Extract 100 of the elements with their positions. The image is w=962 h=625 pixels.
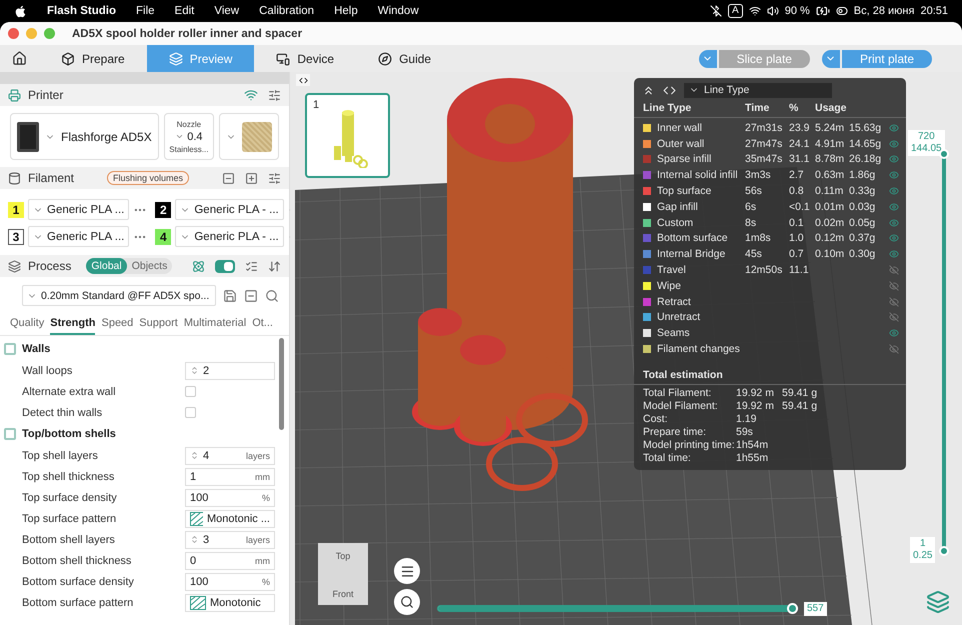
nav-tab[interactable]: Device [254, 45, 356, 72]
code-icon[interactable] [663, 84, 676, 96]
flushing-volumes-button[interactable]: Flushing volumes [106, 171, 190, 185]
view-type-dropdown[interactable]: Line Type [684, 82, 832, 98]
legend-cell-text: 12m50s [745, 264, 784, 276]
setting-label: Top shell thickness [22, 470, 116, 482]
settings-tab[interactable]: Multimaterial [184, 314, 246, 335]
menu-item[interactable]: Calibration [259, 5, 314, 17]
eye-off-icon[interactable] [887, 312, 901, 322]
collapse-button[interactable] [296, 74, 310, 86]
input-field[interactable]: 100 % [185, 488, 275, 506]
control-center-icon[interactable] [836, 5, 848, 17]
legend-cell-text: 0.05g [849, 216, 876, 229]
eye-icon[interactable] [887, 170, 901, 180]
filament-dropdown[interactable]: Generic PLA ... [28, 199, 130, 220]
layers-icon [8, 260, 21, 272]
nozzle-selector[interactable]: Nozzle 0.4 Stainless... [164, 113, 214, 160]
minus-icon [244, 288, 258, 302]
compare-icon[interactable] [268, 260, 281, 272]
eye-off-icon[interactable] [887, 265, 901, 276]
settings-icon[interactable] [268, 172, 281, 184]
layer-label: 720 144.05 [908, 130, 945, 156]
line-type-name: Wipe [657, 280, 681, 292]
input-source-indicator[interactable]: A [728, 4, 743, 18]
eye-icon[interactable] [887, 328, 901, 338]
mode-toggle[interactable]: Objects [126, 258, 172, 274]
eye-icon[interactable] [887, 122, 901, 133]
plate-thumbnail[interactable]: 1 [305, 93, 390, 178]
menu-item[interactable]: Edit [174, 5, 194, 17]
menu-item[interactable]: View [214, 5, 240, 17]
eye-icon[interactable] [887, 202, 901, 212]
view-cube[interactable]: Top Front [318, 543, 368, 605]
eye-icon[interactable] [887, 154, 901, 164]
eye-off-icon[interactable] [887, 344, 901, 354]
eye-off-icon[interactable] [887, 280, 901, 291]
settings-icon[interactable] [268, 88, 281, 102]
settings-tab[interactable]: Strength [50, 314, 96, 335]
menu-item[interactable]: File [136, 5, 155, 17]
nav-tab[interactable]: Prepare [39, 45, 147, 72]
menu-item[interactable]: Help [334, 5, 358, 17]
settings-tab[interactable]: Speed [101, 314, 134, 335]
pattern-dropdown[interactable]: Monotonic ... [185, 510, 275, 528]
bluetooth-icon[interactable] [710, 5, 722, 17]
input-field[interactable]: 1 mm [185, 468, 275, 486]
layers-button[interactable] [926, 590, 950, 614]
advanced-switch[interactable] [215, 260, 235, 272]
apple-logo-icon[interactable] [14, 4, 27, 18]
build-plate-image [242, 122, 272, 152]
dropdown-caret-button[interactable] [698, 50, 717, 68]
number-field[interactable]: 2 [185, 362, 275, 380]
checkbox[interactable] [185, 386, 196, 397]
eye-icon[interactable] [887, 186, 901, 196]
dropdown-caret-button[interactable] [822, 50, 840, 68]
settings-tab[interactable]: Quality [10, 314, 44, 335]
filament-dropdown[interactable]: Generic PLA ... [28, 226, 130, 247]
close-window-button[interactable] [8, 28, 19, 39]
save-button[interactable] [223, 288, 237, 302]
settings-tab[interactable]: Ot... [252, 314, 273, 335]
checkbox[interactable] [185, 407, 196, 418]
stepper-icon [190, 366, 199, 375]
eye-icon[interactable] [887, 233, 901, 244]
line-type-name: Internal solid infill [657, 169, 738, 182]
home-icon [12, 51, 27, 66]
section-title: Process [28, 259, 72, 273]
slider-handle[interactable] [939, 546, 949, 556]
filament-dropdown[interactable]: Generic PLA - ... [175, 199, 284, 220]
number-field[interactable]: 4 layers [185, 446, 275, 464]
printer-selector[interactable]: Flashforge AD5X [10, 113, 159, 160]
number-field[interactable]: 3 layers [185, 530, 275, 548]
legend-cell-text: 8s [745, 216, 758, 229]
settings-tab[interactable]: Support [139, 314, 178, 335]
battery-percentage: 90 % [784, 5, 810, 17]
line-type-name: Bottom surface [657, 232, 728, 244]
volume-icon[interactable] [766, 5, 779, 17]
eye-icon[interactable] [887, 218, 901, 228]
add-filament-icon[interactable] [244, 172, 258, 184]
nav-tab[interactable]: Guide [356, 45, 454, 72]
input-field[interactable]: 100 % [185, 572, 275, 590]
eye-off-icon[interactable] [887, 296, 901, 307]
filament-dropdown[interactable]: Generic PLA - ... [175, 226, 284, 247]
input-field[interactable]: 0 mm [185, 552, 275, 570]
legend-cell-text: 3m3s [745, 169, 772, 182]
menu-item[interactable]: Window [378, 5, 419, 17]
app-menu[interactable]: Flash Studio [47, 5, 116, 17]
build-plate-selector[interactable] [219, 113, 279, 160]
pattern-dropdown[interactable]: Monotonic [185, 594, 275, 612]
filament-number: 4 [155, 228, 172, 244]
stepper-icon [190, 535, 199, 544]
layers-icon [926, 590, 950, 614]
battery-icon[interactable] [816, 4, 830, 18]
zoom-window-button[interactable] [44, 28, 55, 39]
preset-dropdown[interactable]: 0.20mm Standard @FF AD5X spo... [22, 285, 216, 306]
remove-filament-icon[interactable] [222, 172, 235, 184]
legend-cell-text: 8.78m [815, 153, 846, 166]
remove-button[interactable] [244, 288, 258, 302]
atom-icon[interactable] [192, 260, 205, 272]
line-type-name: Custom [657, 216, 694, 229]
list-icon[interactable] [245, 260, 258, 272]
eye-icon[interactable] [887, 249, 901, 260]
eye-icon[interactable] [887, 138, 901, 149]
